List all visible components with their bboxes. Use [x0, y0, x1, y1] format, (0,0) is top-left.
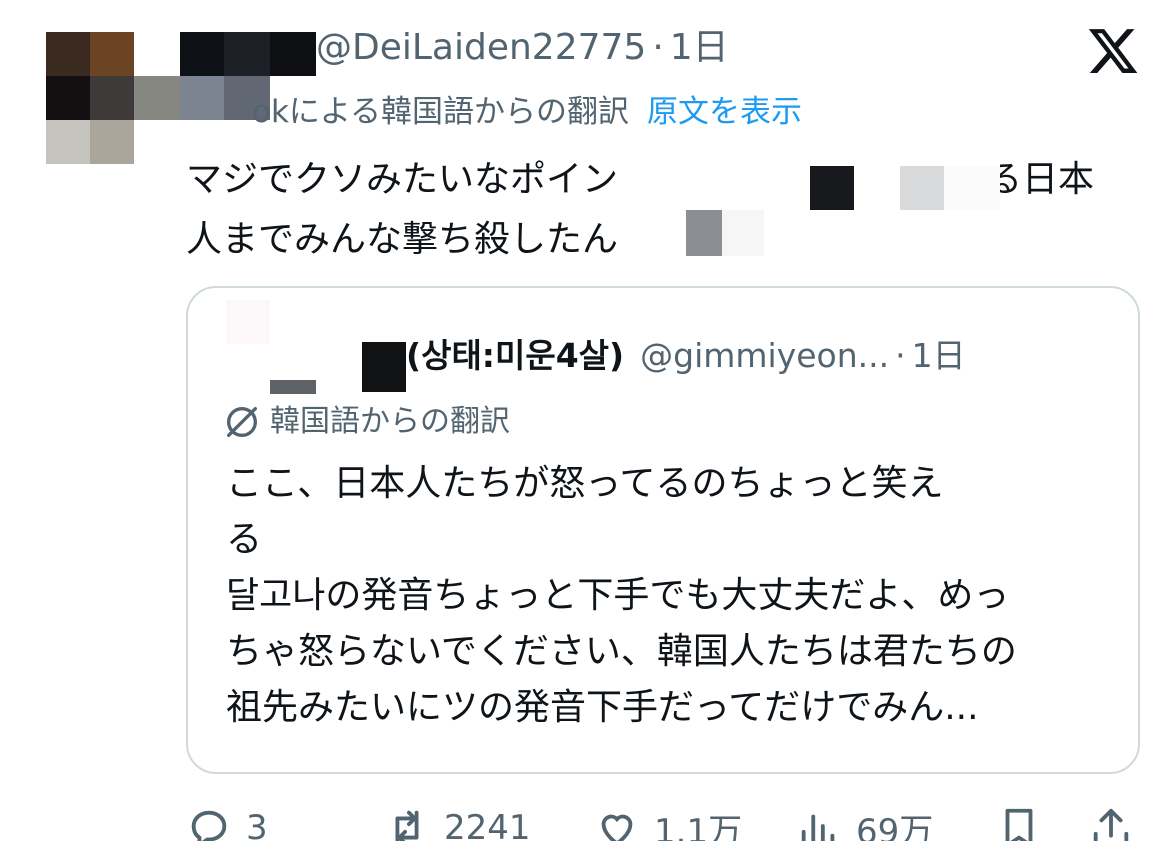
tweet-page: @DeiLaiden22775 · 1日 okによる韓国語からの翻訳 原文を表示 マジ…: [0, 0, 1170, 841]
bookmark-icon: [1005, 808, 1033, 841]
like-button[interactable]: 1.1万: [594, 798, 742, 841]
x-logo-icon[interactable]: [1086, 24, 1140, 78]
share-icon: [1093, 808, 1129, 841]
time-separator: ·: [652, 27, 664, 68]
quote-text-line: ここ、日本人たちが怒ってるのちょっと笑え: [226, 463, 944, 504]
reply-button[interactable]: 3: [186, 798, 268, 841]
quote-text-line: 祖先みたいにツの発音下手だってだけでみん...: [226, 687, 979, 728]
quote-header: (상태:미운4살) @gimmiyeon... · 1日: [232, 334, 966, 378]
translate-icon: [227, 407, 257, 437]
quote-time[interactable]: 1日: [912, 336, 966, 375]
reply-count: 3: [246, 808, 268, 841]
tweet-text-line: 人までみんな撃ち殺したん: [186, 219, 619, 260]
views-button[interactable]: 69万: [796, 798, 933, 841]
tweet-time[interactable]: 1日: [670, 27, 729, 68]
quote-text-line: ちゃ怒らないでください、韓国人たちは君たちの: [226, 631, 1017, 672]
reply-icon: [191, 810, 227, 841]
show-original-link[interactable]: 原文を表示: [647, 94, 802, 130]
quote-handle[interactable]: @gimmiyeon...: [640, 336, 889, 375]
like-count: 1.1万: [654, 811, 743, 841]
repost-icon: [395, 810, 419, 841]
share-button[interactable]: [1088, 798, 1148, 841]
quote-text-line: 달고나の発音ちょっと下手でも大丈夫だよ、めっ: [226, 575, 1010, 616]
tweet-header: @DeiLaiden22775 · 1日: [316, 26, 729, 70]
tweet-text-line: る日本: [986, 159, 1095, 200]
translation-label: okによる韓国語からの翻訳: [252, 94, 629, 130]
views-icon: [801, 814, 835, 841]
repost-count: 2241: [444, 808, 531, 841]
repost-button[interactable]: 2241: [384, 798, 531, 841]
quote-translate-label: 韓国語からの翻訳: [270, 404, 510, 439]
quote-time-separator: ·: [895, 336, 906, 375]
quote-translation-note: 韓国語からの翻訳: [222, 400, 510, 444]
translation-note: okによる韓国語からの翻訳 原文を表示: [252, 92, 802, 132]
quote-display-name[interactable]: (상태:미운4살): [406, 336, 624, 375]
bookmark-button[interactable]: [996, 798, 1056, 841]
quote-text-line: る: [226, 519, 263, 560]
user-handle[interactable]: @DeiLaiden22775: [316, 27, 646, 68]
quote-body: ここ、日本人たちが怒ってるのちょっと笑え る 달고나の発音ちょっと下手でも大丈夫…: [226, 456, 1106, 736]
views-count: 69万: [856, 811, 934, 841]
heart-icon: [601, 814, 633, 841]
